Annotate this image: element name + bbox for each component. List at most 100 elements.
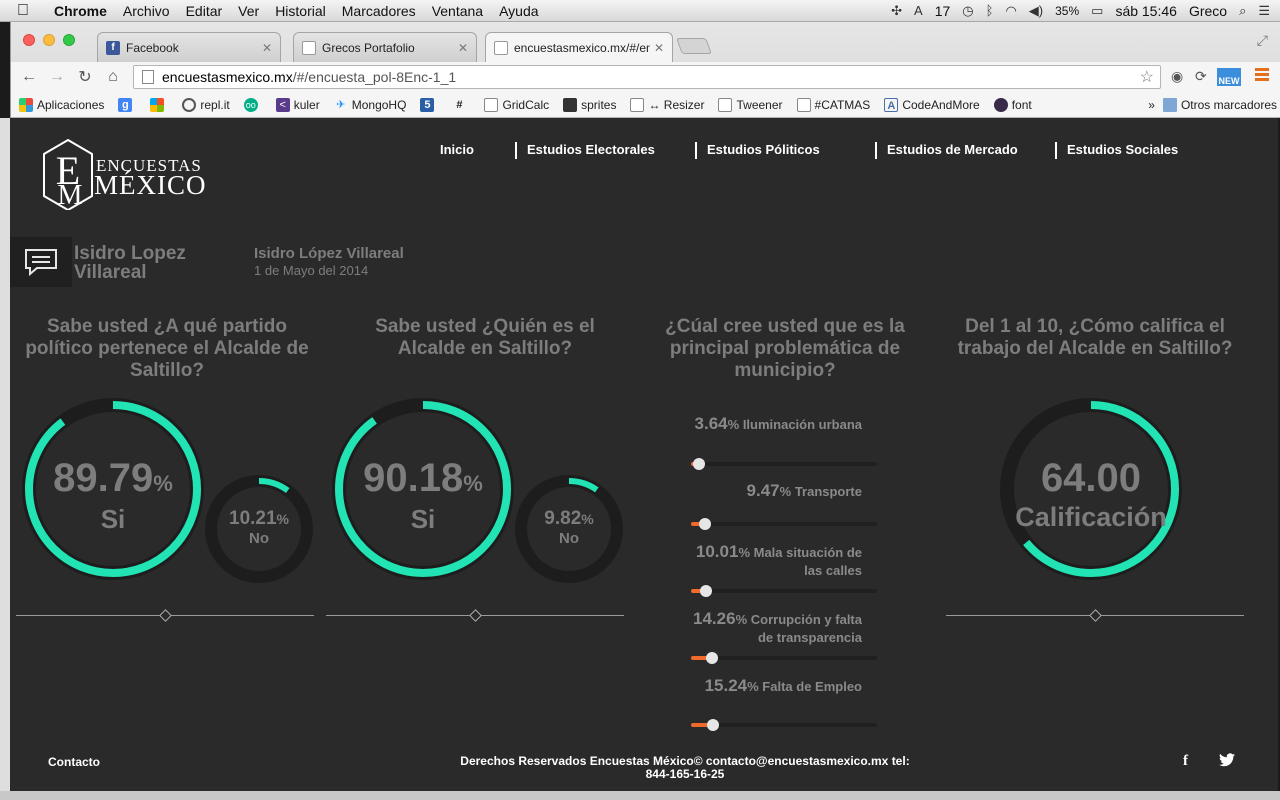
- tab-facebook[interactable]: f Facebook ✕: [97, 32, 281, 62]
- bookmark-folder-otros[interactable]: Otros marcadores: [1162, 97, 1277, 112]
- page-icon: [630, 97, 645, 112]
- bookmark-tripadvisor[interactable]: oo: [243, 97, 262, 112]
- url-text[interactable]: encuestasmexico.mx/#/encuesta_pol-8Enc-1…: [162, 69, 1140, 85]
- nav-inicio[interactable]: Inicio: [440, 142, 474, 157]
- problem-slider[interactable]: [691, 518, 877, 530]
- volume-icon[interactable]: ◀): [1029, 3, 1043, 19]
- menu-ver[interactable]: Ver: [230, 3, 267, 19]
- bookmark-catmas[interactable]: #CATMAS: [796, 97, 870, 112]
- battery-icon[interactable]: ▭: [1091, 3, 1103, 19]
- tripadvisor-icon: oo: [243, 97, 258, 112]
- tab-close-icon[interactable]: ✕: [458, 41, 468, 55]
- problem-value: 14.26%: [693, 609, 748, 628]
- nav-estudios-politicos[interactable]: Estudios Póliticos: [707, 142, 820, 157]
- slider-knob: [706, 719, 719, 731]
- facebook-icon: f: [106, 40, 120, 55]
- problem-item: 10.01% Mala situación de las calles: [690, 543, 862, 580]
- tab-encuestasmexico[interactable]: encuestasmexico.mx/#/en ✕: [485, 32, 673, 63]
- tab-grecos-portafolio[interactable]: Grecos Portafolio ✕: [293, 32, 477, 62]
- home-icon[interactable]: ⌂: [99, 68, 127, 86]
- problem-value: 9.47%: [746, 481, 792, 500]
- slider-knob: [699, 518, 712, 530]
- problem-label: Corrupción y falta de transparencia: [750, 612, 862, 645]
- kuler-icon: <: [275, 97, 290, 112]
- bookmarks-overflow-chevron-icon[interactable]: »: [1148, 98, 1155, 112]
- twitter-icon[interactable]: [1219, 753, 1235, 771]
- dropbox-icon[interactable]: ✣: [891, 3, 902, 19]
- tab-title: encuestasmexico.mx/#/en: [514, 41, 650, 55]
- address-bar[interactable]: encuestasmexico.mx/#/encuesta_pol-8Enc-1…: [133, 65, 1161, 89]
- browser-toolbar: ← → ↻ ⌂ encuestasmexico.mx/#/encuesta_po…: [11, 62, 1280, 92]
- bookmark-windows[interactable]: [150, 97, 168, 112]
- extension-shield-icon[interactable]: ◉: [1171, 68, 1183, 85]
- bookmark-google-plus[interactable]: g: [118, 97, 136, 112]
- bookmark-codeandmore[interactable]: A CodeAndMore: [884, 97, 980, 112]
- clock[interactable]: sáb 15:46: [1115, 3, 1177, 19]
- facebook-icon[interactable]: f: [1183, 753, 1188, 770]
- adobe-icon[interactable]: A: [914, 3, 923, 18]
- comment-bubble-icon[interactable]: [10, 237, 72, 287]
- candidate-name: Isidro Lopez Villareal: [74, 243, 186, 283]
- q1-minor-label: No: [249, 530, 269, 547]
- page-icon: [484, 97, 499, 112]
- bookmark-mongohq[interactable]: ✈ MongoHQ: [334, 98, 406, 112]
- bookmark-aplicaciones[interactable]: Aplicaciones: [19, 97, 104, 112]
- problem-slider[interactable]: [691, 719, 877, 731]
- tab-strip: f Facebook ✕ Grecos Portafolio ✕ encuest…: [11, 22, 1280, 63]
- back-arrow-icon[interactable]: ←: [15, 68, 43, 86]
- bookmark-font[interactable]: font: [993, 97, 1032, 112]
- bookmark-resizer[interactable]: ↔ Resizer: [630, 97, 704, 112]
- menu-marcadores[interactable]: Marcadores: [334, 3, 424, 19]
- nav-separator: [1055, 142, 1057, 159]
- nav-estudios-mercado[interactable]: Estudios de Mercado: [887, 142, 1018, 157]
- bookmark-hash[interactable]: #: [452, 98, 470, 112]
- extension-new-badge[interactable]: NEW: [1217, 68, 1241, 86]
- notification-list-icon[interactable]: ☰: [1258, 3, 1270, 19]
- menu-editar[interactable]: Editar: [178, 3, 231, 19]
- nav-estudios-electorales[interactable]: Estudios Electorales: [527, 142, 655, 157]
- nav-separator: [695, 142, 697, 159]
- forward-arrow-icon[interactable]: →: [43, 68, 71, 86]
- problem-label: Transporte: [794, 484, 862, 499]
- bookmark-kuler[interactable]: < kuler: [275, 97, 320, 112]
- bookmark-sprites[interactable]: sprites: [563, 97, 616, 112]
- reload-icon[interactable]: ↻: [71, 67, 99, 87]
- q4-score-value: 64.00: [1040, 456, 1142, 500]
- bookmark-html5[interactable]: 5: [420, 97, 438, 112]
- fullscreen-icon[interactable]: ⤢: [1257, 32, 1268, 49]
- time-machine-icon[interactable]: ◷: [962, 3, 973, 19]
- window-minimize-button[interactable]: [43, 34, 55, 46]
- new-tab-button[interactable]: [676, 38, 712, 54]
- problem-slider[interactable]: [691, 585, 877, 597]
- tab-close-icon[interactable]: ✕: [654, 41, 664, 55]
- footer-contact-link[interactable]: Contacto: [48, 755, 100, 769]
- mongo-icon: ✈: [336, 98, 346, 111]
- windows-icon: [150, 97, 165, 112]
- bookmark-tweener[interactable]: Tweener: [718, 97, 783, 112]
- bookmark-gridcalc[interactable]: GridCalc: [484, 97, 549, 112]
- user-name[interactable]: Greco: [1189, 3, 1227, 19]
- nav-estudios-sociales[interactable]: Estudios Sociales: [1067, 142, 1178, 157]
- bluetooth-icon[interactable]: ᛒ: [986, 3, 994, 18]
- problem-slider[interactable]: [691, 652, 877, 664]
- window-zoom-button[interactable]: [63, 34, 75, 46]
- problem-slider[interactable]: [691, 458, 877, 470]
- menu-ayuda[interactable]: Ayuda: [491, 3, 546, 19]
- menu-ventana[interactable]: Ventana: [424, 3, 491, 19]
- extension-sync-icon[interactable]: ⟳: [1195, 68, 1207, 85]
- bookmark-star-icon[interactable]: ☆: [1140, 67, 1160, 87]
- spotlight-search-icon[interactable]: ⌕: [1239, 3, 1246, 19]
- chrome-menu-icon[interactable]: [1255, 68, 1269, 82]
- problem-item: 14.26% Corrupción y falta de transparenc…: [690, 610, 862, 647]
- menu-app-name[interactable]: Chrome: [46, 3, 115, 19]
- question-4-title: Del 1 al 10, ¿Cómo califica el trabajo d…: [957, 316, 1233, 359]
- window-close-button[interactable]: [23, 34, 35, 46]
- divider-diamond-icon: [159, 609, 172, 622]
- menu-historial[interactable]: Historial: [267, 3, 334, 19]
- tab-close-icon[interactable]: ✕: [262, 41, 272, 55]
- wifi-icon[interactable]: ◠: [1005, 3, 1016, 19]
- slider-knob: [705, 652, 718, 664]
- menu-archivo[interactable]: Archivo: [115, 3, 178, 19]
- apple-menu-icon[interactable]: : [0, 2, 46, 20]
- bookmark-replit[interactable]: repl.it: [182, 97, 230, 112]
